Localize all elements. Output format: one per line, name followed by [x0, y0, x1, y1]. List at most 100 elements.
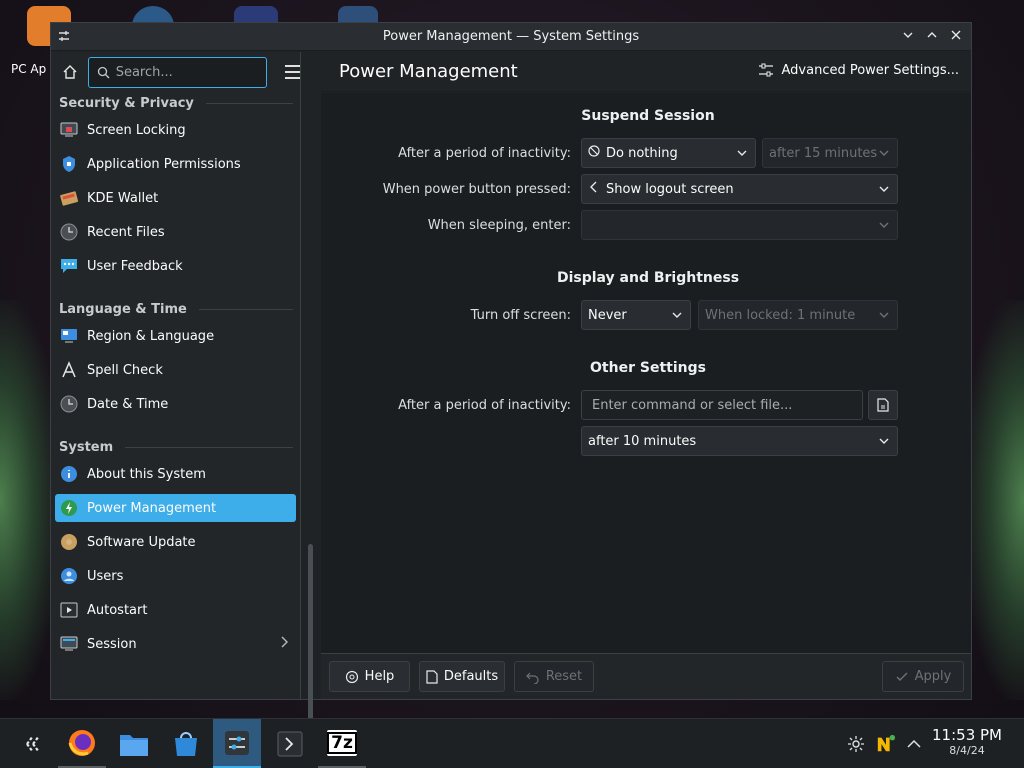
command-input[interactable]: Enter command or select file... [581, 390, 863, 420]
wallet-icon [59, 188, 79, 208]
other-after-combo[interactable]: after 10 minutes [581, 426, 898, 456]
power-bolt-icon [59, 498, 79, 518]
suspend-inactivity-combo[interactable]: Do nothing [581, 138, 756, 168]
sliders-icon [758, 63, 773, 77]
search-input[interactable] [115, 64, 266, 80]
settings-sliders-icon [225, 730, 249, 755]
sidebar-item-kde-wallet[interactable]: KDE Wallet [55, 184, 296, 212]
turn-off-screen-combo[interactable]: Never [581, 300, 691, 330]
chat-bubble-icon [59, 256, 79, 276]
turn-off-screen-label: Turn off screen: [470, 308, 571, 323]
section-security-privacy: Security & Privacy [59, 96, 293, 111]
file-icon [877, 398, 889, 412]
app-launcher-button[interactable] [10, 719, 58, 768]
when-locked-combo[interactable]: When locked: 1 minute [698, 300, 898, 330]
sidebar-item-autostart[interactable]: Autostart [55, 596, 296, 624]
taskbar: 7z 11:53 PM 8/4/24 [0, 718, 1024, 768]
clock-icon [59, 222, 79, 242]
power-button-combo[interactable]: Show logout screen [581, 174, 898, 204]
chevron-left-icon [588, 181, 600, 197]
apply-button[interactable]: Apply [882, 661, 964, 692]
sidebar-item-users[interactable]: Users [55, 562, 296, 590]
chevron-down-icon [879, 438, 889, 444]
chevron-down-icon [737, 150, 747, 156]
taskbar-clock[interactable]: 11:53 PM 8/4/24 [932, 726, 1002, 757]
window-menu-icon[interactable] [57, 29, 73, 45]
sidebar-item-application-permissions[interactable]: Application Permissions [55, 150, 296, 178]
shield-icon [59, 154, 79, 174]
search-box[interactable] [87, 56, 267, 88]
settings-content: Suspend Session After a period of inacti… [321, 93, 971, 653]
page-title: Power Management [339, 61, 518, 82]
sidebar-item-screen-locking[interactable]: Screen Locking [55, 116, 296, 144]
suspend-session-heading: Suspend Session [581, 108, 715, 124]
tray-network-icon[interactable] [846, 734, 866, 754]
terminal-icon [277, 731, 303, 757]
window-title: Power Management — System Settings [382, 29, 640, 44]
help-button[interactable]: Help [329, 661, 410, 692]
search-icon [97, 66, 110, 78]
tray-app-indicator-icon[interactable] [876, 734, 896, 754]
taskbar-system-settings[interactable] [213, 719, 261, 768]
7zip-icon: 7z [327, 729, 357, 756]
taskbar-firefox[interactable] [58, 719, 106, 768]
sidebar-item-power-management[interactable]: Power Management [55, 494, 296, 522]
desktop-wallpaper-glow-right [964, 300, 1024, 700]
chevron-down-icon [879, 312, 889, 318]
sleeping-mode-combo[interactable] [581, 210, 898, 240]
other-inactivity-label: After a period of inactivity: [398, 398, 571, 413]
window-titlebar[interactable]: Power Management — System Settings [51, 23, 971, 51]
section-system: System [59, 440, 293, 455]
steamdeck-launcher-icon [26, 735, 40, 753]
power-button-label: When power button pressed: [382, 182, 571, 197]
software-update-icon [59, 532, 79, 552]
clock-date: 8/4/24 [949, 744, 985, 757]
home-icon[interactable] [61, 61, 80, 83]
sidebar-toolbar [51, 52, 300, 92]
advanced-power-settings-button[interactable]: Advanced Power Settings... [758, 62, 959, 78]
taskbar-file-manager[interactable] [110, 719, 158, 768]
sidebar-item-user-feedback[interactable]: User Feedback [55, 252, 296, 280]
reset-button[interactable]: Reset [514, 661, 594, 692]
desktop-icon-label: PC Ap [11, 62, 47, 76]
taskbar-discover[interactable] [162, 719, 210, 768]
firefox-icon [68, 729, 95, 756]
taskbar-konsole[interactable] [266, 719, 314, 768]
suspend-inactivity-time-combo[interactable]: after 15 minutes [762, 138, 898, 168]
button-bar: Help Defaults Reset Apply [321, 653, 971, 699]
undo-icon [525, 672, 539, 684]
checkmark-icon [896, 672, 908, 681]
maximize-button[interactable] [925, 27, 939, 47]
sidebar-item-recent-files[interactable]: Recent Files [55, 218, 296, 246]
sidebar-item-software-update[interactable]: Software Update [55, 528, 296, 556]
info-icon [59, 464, 79, 484]
sidebar-item-date-time[interactable]: Date & Time [55, 390, 296, 418]
sidebar-scrollbar[interactable] [308, 544, 313, 744]
system-settings-window: Power Management — System Settings Searc… [50, 22, 972, 744]
taskbar-7zip[interactable]: 7z [318, 719, 366, 768]
suspend-inactivity-label: After a period of inactivity: [398, 146, 571, 161]
close-button[interactable] [949, 27, 963, 47]
folder-icon [120, 735, 148, 756]
chevron-right-icon [280, 636, 288, 652]
tray-expand-chevron-up-icon[interactable] [904, 734, 924, 754]
other-settings-heading: Other Settings [590, 360, 706, 376]
minimize-button[interactable] [901, 27, 915, 47]
hamburger-menu-icon[interactable] [284, 65, 300, 79]
select-file-button[interactable] [868, 390, 898, 420]
chevron-down-icon [879, 150, 889, 156]
sidebar-item-region-language[interactable]: Region & Language [55, 322, 296, 350]
chevron-down-icon [879, 186, 889, 192]
display-brightness-heading: Display and Brightness [556, 270, 740, 286]
spell-check-icon [59, 360, 79, 380]
sidebar-item-spell-check[interactable]: Spell Check [55, 356, 296, 384]
section-language-time: Language & Time [59, 302, 293, 317]
store-bag-icon [175, 732, 197, 756]
sidebar-item-session[interactable]: Session [55, 630, 296, 658]
sidebar-item-about-system[interactable]: About this System [55, 460, 296, 488]
defaults-button[interactable]: Defaults [419, 661, 505, 692]
no-action-icon [588, 145, 600, 161]
chevron-down-icon [879, 222, 889, 228]
screen-lock-icon [59, 120, 79, 140]
clock-time: 11:53 PM [932, 726, 1002, 744]
